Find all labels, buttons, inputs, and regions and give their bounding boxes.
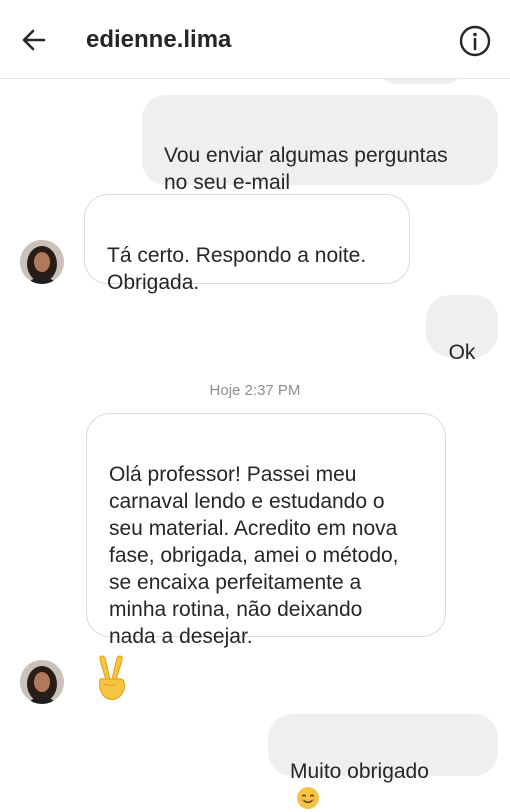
message-outgoing[interactable]: Ok bbox=[426, 295, 498, 364]
victory-hand-icon bbox=[99, 655, 125, 701]
message-text: Vou enviar algumas perguntas no seu e-ma… bbox=[164, 144, 448, 194]
chat-username[interactable]: edienne.lima bbox=[86, 26, 231, 54]
message-text: Muito obrigado bbox=[290, 760, 429, 783]
message-outgoing[interactable]: Muito obrigado bbox=[268, 714, 498, 809]
back-arrow-icon[interactable] bbox=[18, 24, 50, 56]
info-icon[interactable] bbox=[458, 24, 492, 58]
contact-avatar[interactable] bbox=[20, 240, 64, 284]
chat-header: edienne.lima bbox=[0, 0, 510, 79]
message-text: Olá professor! Passei meu carnaval lendo… bbox=[109, 463, 399, 648]
message-emoji[interactable] bbox=[90, 652, 134, 704]
message-incoming[interactable]: Olá professor! Passei meu carnaval lendo… bbox=[86, 413, 446, 648]
message-text: Ok bbox=[448, 341, 476, 364]
timestamp: Hoje 2:37 PM bbox=[209, 382, 301, 399]
contact-avatar[interactable] bbox=[20, 660, 64, 704]
message-incoming[interactable]: Tá certo. Respondo a noite. Obrigada. bbox=[84, 194, 410, 294]
smiling-face-icon bbox=[297, 787, 319, 809]
message-outgoing[interactable]: Vou enviar algumas perguntas no seu e-ma… bbox=[142, 95, 498, 194]
message-text: Tá certo. Respondo a noite. Obrigada. bbox=[107, 244, 367, 294]
